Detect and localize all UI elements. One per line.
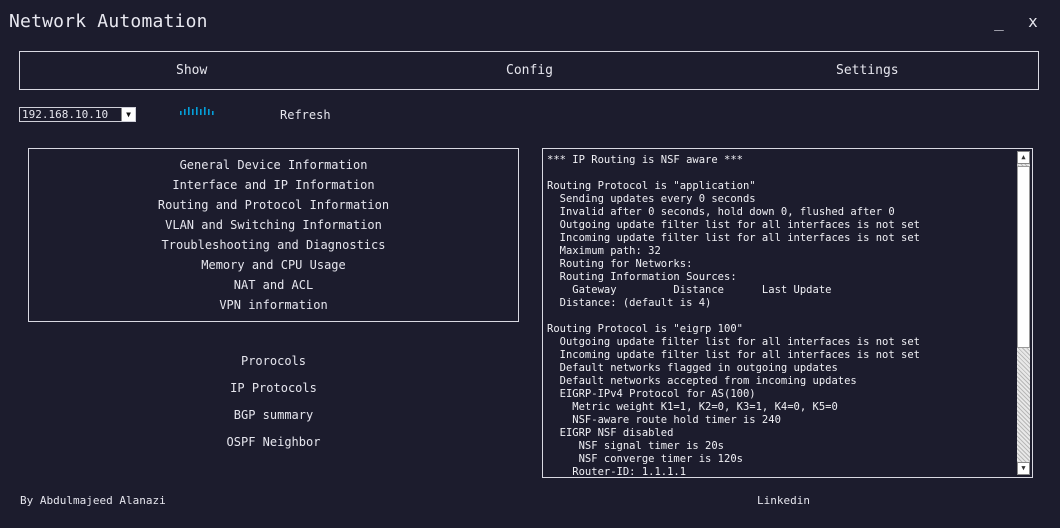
scroll-up-icon[interactable]: ▲ (1017, 151, 1030, 164)
window-title: Network Automation (9, 11, 208, 32)
ospf-neighbor-item[interactable]: OSPF Neighbor (28, 435, 519, 449)
nav-interface-ip-info[interactable]: Interface and IP Information (29, 178, 518, 192)
chevron-down-icon[interactable]: ▼ (121, 108, 135, 121)
ip-protocols-item[interactable]: IP Protocols (28, 381, 519, 395)
command-output-panel[interactable]: *** IP Routing is NSF aware *** Routing … (542, 148, 1033, 478)
device-ip-select[interactable]: 192.168.10.10 ▼ (19, 107, 136, 122)
close-button[interactable]: x (1023, 12, 1043, 32)
command-output-text: *** IP Routing is NSF aware *** Routing … (547, 154, 920, 476)
nav-general-device-info[interactable]: General Device Information (29, 158, 518, 172)
author-credit: By Abdulmajeed Alanazi (20, 494, 166, 507)
nav-nat-acl[interactable]: NAT and ACL (29, 278, 518, 292)
nav-routing-protocol-info[interactable]: Routing and Protocol Information (29, 198, 518, 212)
menu-show[interactable]: Show (176, 63, 207, 78)
nav-troubleshooting[interactable]: Troubleshooting and Diagnostics (29, 238, 518, 252)
protocols-item[interactable]: Prorocols (28, 354, 519, 368)
scroll-down-icon[interactable]: ▼ (1017, 462, 1030, 475)
output-scrollbar[interactable]: ▲ ▼ (1017, 151, 1030, 475)
linkedin-link[interactable]: Linkedin (757, 494, 810, 507)
category-list: General Device Information Interface and… (28, 148, 519, 322)
scrollbar-thumb[interactable] (1017, 166, 1030, 348)
nav-vpn-info[interactable]: VPN information (29, 298, 518, 312)
minimize-button[interactable]: _ (989, 12, 1009, 32)
menu-settings[interactable]: Settings (836, 63, 899, 78)
refresh-button[interactable]: Refresh (280, 108, 331, 122)
cisco-logo-icon (180, 107, 214, 115)
menu-config[interactable]: Config (506, 63, 553, 78)
nav-memory-cpu[interactable]: Memory and CPU Usage (29, 258, 518, 272)
menu-bar: Show Config Settings (19, 51, 1039, 90)
app-window: Network Automation _ x Show Config Setti… (0, 0, 1060, 528)
device-ip-value: 192.168.10.10 (22, 108, 109, 121)
bgp-summary-item[interactable]: BGP summary (28, 408, 519, 422)
nav-vlan-switching-info[interactable]: VLAN and Switching Information (29, 218, 518, 232)
